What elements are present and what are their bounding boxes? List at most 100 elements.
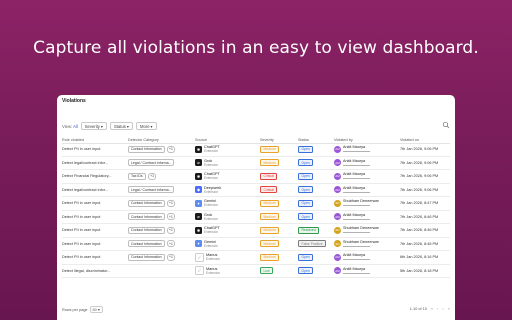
source-logo-icon: ☄ xyxy=(195,252,204,262)
avatar: AM xyxy=(334,159,341,167)
category-tag[interactable]: Contact Information xyxy=(128,213,165,221)
violated-on: 7th Jan 2026, 9:06 PM xyxy=(400,187,439,192)
source-type: Extension xyxy=(204,176,218,181)
violated-on: 7th Jan 2026, 8:47 PM xyxy=(400,201,439,206)
table-row[interactable]: Detect Financial Regulatory... Tax IDs +… xyxy=(62,170,450,184)
table-row[interactable]: Detect legal/contract infor... Legal / C… xyxy=(62,157,450,170)
detector-category: Contact Information +1 xyxy=(128,211,198,224)
rule-violated: Detect legal/contract infor... xyxy=(62,187,109,192)
user-email-redacted: ▬▬▬▬▬▬▬▬▬ xyxy=(343,203,370,208)
source-type: Extension xyxy=(206,257,220,262)
category-tag[interactable]: Contact Information xyxy=(128,240,165,248)
rows-per-page-select[interactable]: 50 ▾ xyxy=(89,306,103,313)
violated-by: AM Ankit Maurya ▬▬▬▬▬▬▬▬▬ xyxy=(334,170,400,183)
more-categories-badge[interactable]: +1 xyxy=(166,145,176,153)
category-tag[interactable]: Contact Information xyxy=(128,145,165,153)
source: ⌀ Grok Extension xyxy=(195,157,243,170)
source-type: Extension xyxy=(204,203,218,208)
rule-violated: Detect illegal, discriminator... xyxy=(62,268,111,273)
category-tag[interactable]: Legal / Contract Informa... xyxy=(128,159,174,167)
user-email-redacted: ▬▬▬▬▬▬▬▬▬ xyxy=(343,243,370,248)
source-type: Extension xyxy=(204,243,218,248)
severity-cell: Medium xyxy=(260,224,300,237)
detector-category xyxy=(128,265,198,278)
source-logo-icon: ✦ xyxy=(195,240,202,248)
status-filter[interactable]: Status ▾ xyxy=(110,122,133,130)
column-header[interactable]: Violated on xyxy=(400,136,455,143)
user-email-redacted: ▬▬▬▬▬▬▬▬▬ xyxy=(343,189,370,194)
column-header[interactable]: Violated by xyxy=(334,136,400,143)
view-selector[interactable]: View: All xyxy=(62,124,78,129)
user-email-redacted: ▬▬▬▬▬▬▬▬▬ xyxy=(343,270,370,275)
table-row[interactable]: Detect PII in user input Contact Informa… xyxy=(62,143,450,157)
status-badge[interactable]: False Positive xyxy=(298,240,327,248)
table-row[interactable]: Detect illegal, discriminator... ☄ Manus… xyxy=(62,265,450,278)
category-tag[interactable]: Tax IDs xyxy=(128,172,146,180)
column-header[interactable]: Detector Category xyxy=(128,136,198,143)
prev-page-icon[interactable]: ‹ xyxy=(437,306,438,311)
status-cell: False Positive xyxy=(298,238,338,251)
source-logo-icon: ✦ xyxy=(195,199,202,207)
rule-violated: Detect Financial Regulatory... xyxy=(62,174,112,179)
next-page-icon[interactable]: › xyxy=(442,306,443,311)
rule-violated: Detect legal/contract infor... xyxy=(62,160,109,165)
more-categories-badge[interactable]: +1 xyxy=(166,213,176,221)
violated-by: SD Shubham Deneerwar ▬▬▬▬▬▬▬▬▬ xyxy=(334,197,400,210)
column-header[interactable]: Severity xyxy=(260,136,300,143)
severity-badge: Critical xyxy=(260,186,278,194)
status-cell: Open xyxy=(298,157,338,170)
status-badge[interactable]: Open xyxy=(298,145,314,153)
table-row[interactable]: Detect PII in user input Contact Informa… xyxy=(62,197,450,211)
chevron-down-icon: ▾ xyxy=(150,123,153,129)
more-categories-badge[interactable]: +1 xyxy=(166,240,176,248)
source: ✦ Gemini Extension xyxy=(195,238,243,251)
column-header[interactable]: Source xyxy=(195,136,243,143)
status-badge[interactable]: Resolved xyxy=(298,226,320,234)
category-tag[interactable]: Contact Information xyxy=(128,226,165,234)
severity-badge: Medium xyxy=(260,199,280,207)
detector-category: Legal / Contract Informa... xyxy=(128,184,198,197)
table-row[interactable]: Detect PII in user input Contact Informa… xyxy=(62,238,450,251)
pagination-range: 1-10 of 10 xyxy=(409,306,427,311)
status-badge[interactable]: Open xyxy=(298,267,314,275)
status-badge[interactable]: Open xyxy=(298,253,314,261)
table-row[interactable]: Detect PII in user input Contact Informa… xyxy=(62,211,450,224)
status-cell: Open xyxy=(298,251,338,264)
more-categories-badge[interactable]: +1 xyxy=(166,226,176,234)
more-categories-badge[interactable]: +1 xyxy=(147,172,157,180)
source: ✺ ChatGPT Extension xyxy=(195,170,243,183)
severity-filter[interactable]: Severity ▾ xyxy=(80,122,108,130)
category-tag[interactable]: Legal / Contract Informa... xyxy=(128,186,174,194)
rule-violated: Detect PII in user input xyxy=(62,214,101,219)
table-row[interactable]: Detect PII in user input Contact Informa… xyxy=(62,224,450,238)
severity-cell: Low xyxy=(260,265,300,278)
category-tag[interactable]: Contact Information xyxy=(128,199,165,207)
severity-cell: Medium xyxy=(260,251,300,264)
source: ⌀ Grok Extension xyxy=(195,211,243,224)
detector-category: Contact Information +1 xyxy=(128,251,198,264)
violated-on: 7th Jan 2026, 8:46 PM xyxy=(400,228,439,233)
column-header[interactable]: Rule violated xyxy=(62,136,127,143)
violated-on: 7th Jan 2026, 9:06 PM xyxy=(400,147,439,152)
more-categories-badge[interactable]: +1 xyxy=(166,253,176,261)
status-badge[interactable]: Open xyxy=(298,172,314,180)
source-type: Extension xyxy=(204,162,218,167)
avatar: AM xyxy=(334,172,341,180)
rule-violated: Detect PII in user input xyxy=(62,201,101,206)
status-badge[interactable]: Open xyxy=(298,159,314,167)
status-badge[interactable]: Open xyxy=(298,199,314,207)
severity-cell: Medium xyxy=(260,143,300,156)
table-row[interactable]: Detect PII in user input Contact Informa… xyxy=(62,251,450,265)
more-filter[interactable]: More ▾ xyxy=(136,122,157,130)
severity-cell: Critical xyxy=(260,184,300,197)
first-page-icon[interactable]: « xyxy=(431,306,433,311)
status-badge[interactable]: Open xyxy=(298,186,314,194)
category-tag[interactable]: Contact Information xyxy=(128,253,165,261)
column-header[interactable]: Status xyxy=(298,136,338,143)
status-badge[interactable]: Open xyxy=(298,213,314,221)
search-icon[interactable] xyxy=(442,121,450,129)
table-row[interactable]: Detect legal/contract infor... Legal / C… xyxy=(62,184,450,197)
more-categories-badge[interactable]: +1 xyxy=(166,199,176,207)
violated-on: 7th Jan 2026, 9:06 PM xyxy=(400,160,439,165)
last-page-icon[interactable]: » xyxy=(448,306,450,311)
